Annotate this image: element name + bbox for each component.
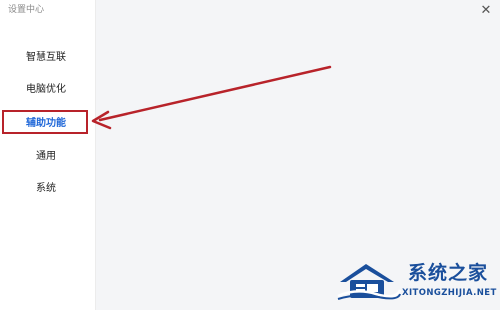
sidebar-item-smart-connect[interactable]: 智慧互联: [0, 46, 92, 70]
sidebar-item-pc-optimization[interactable]: 电脑优化: [0, 78, 92, 102]
watermark-domain: XITONGZHIJIA.NET: [402, 288, 497, 298]
close-button[interactable]: ✕: [478, 3, 494, 19]
sidebar-item-system[interactable]: 系统: [0, 177, 92, 201]
settings-window: 设置中心 智慧互联 电脑优化 辅助功能 通用 系统 ✕ 系统之家 XITONGZ…: [0, 0, 500, 310]
watermark-name: 系统之家: [408, 262, 489, 284]
house-logo-icon: [337, 264, 402, 300]
sidebar-item-general[interactable]: 通用: [0, 145, 92, 169]
sidebar-item-accessibility[interactable]: 辅助功能: [0, 112, 92, 136]
sidebar: 设置中心 智慧互联 电脑优化 辅助功能 通用 系统: [0, 0, 96, 310]
watermark: 系统之家 XITONGZHIJIA.NET: [336, 258, 496, 304]
app-title: 设置中心: [8, 5, 45, 15]
